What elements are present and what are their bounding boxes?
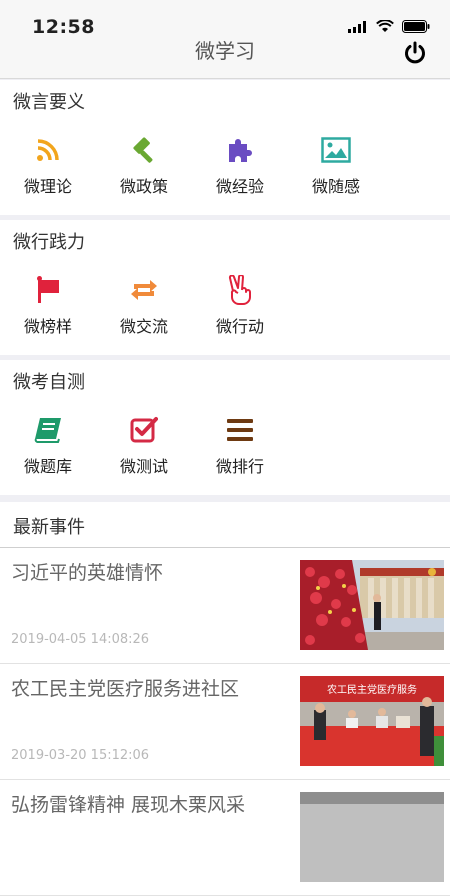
menu-item-test[interactable]: 微测试	[96, 415, 192, 477]
icon-grid: 微榜样 微交流 微行动	[0, 275, 288, 337]
section-weixing: 微行践力 微榜样 微交流 微行动	[0, 220, 450, 355]
menu-item-label: 微排行	[215, 457, 264, 476]
book-icon	[33, 415, 63, 445]
news-title: 习近平的英雄情怀	[11, 562, 164, 584]
status-time: 12:58	[32, 16, 95, 38]
news-thumbnail	[300, 560, 444, 650]
news-item[interactable]: 弘扬雷锋精神 展现木栗风采	[0, 780, 450, 896]
power-button[interactable]	[402, 40, 428, 66]
menu-item-label: 微理论	[23, 177, 72, 196]
news-title: 农工民主党医疗服务进社区	[11, 678, 240, 700]
battery-icon	[402, 18, 430, 37]
menu-item-exchange[interactable]: 微交流	[96, 275, 192, 337]
news-thumbnail: 农工民主党医疗服务	[300, 676, 444, 766]
menu-item-label: 微题库	[23, 457, 72, 476]
hand-peace-icon	[225, 275, 255, 305]
menu-item-question-bank[interactable]: 微题库	[0, 415, 96, 477]
news-time: 2019-03-20 15:12:06	[11, 748, 150, 763]
menu-item-label: 微随感	[311, 177, 360, 196]
page-title: 微学习	[195, 39, 255, 63]
signal-icon	[348, 18, 368, 37]
menu-item-label: 微政策	[119, 177, 168, 196]
exchange-icon	[129, 275, 159, 305]
checkbox-icon	[129, 415, 159, 445]
section-weikao: 微考自测 微题库 微测试 微排行	[0, 360, 450, 495]
image-icon	[321, 135, 351, 165]
news-time: 2019-04-05 14:08:26	[11, 632, 150, 647]
news-item[interactable]: 农工民主党医疗服务进社区 2019-03-20 15:12:06 农工民主党医疗…	[0, 664, 450, 780]
status-icons	[348, 18, 430, 37]
section-weiyan: 微言要义 微理论 微政策 微经验 微随感	[0, 80, 450, 215]
news-header-title: 最新事件	[13, 517, 85, 538]
menu-item-policy[interactable]: 微政策	[96, 135, 192, 197]
section-title: 微言要义	[13, 92, 85, 113]
wifi-icon	[376, 18, 394, 37]
menu-item-role-models[interactable]: 微榜样	[0, 275, 96, 337]
puzzle-icon	[225, 135, 255, 165]
rss-icon	[33, 135, 63, 165]
section-title: 微考自测	[13, 372, 85, 393]
section-title: 微行践力	[13, 232, 85, 253]
menu-item-thoughts[interactable]: 微随感	[288, 135, 384, 197]
menu-item-action[interactable]: 微行动	[192, 275, 288, 337]
news-thumbnail	[300, 792, 444, 882]
menu-item-label: 微行动	[215, 317, 264, 336]
news-item[interactable]: 习近平的英雄情怀 2019-04-05 14:08:26	[0, 548, 450, 664]
power-icon	[405, 41, 425, 64]
icon-grid: 微题库 微测试 微排行	[0, 415, 288, 477]
menu-item-label: 微测试	[119, 457, 168, 476]
menu-item-ranking[interactable]: 微排行	[192, 415, 288, 477]
icon-grid: 微理论 微政策 微经验 微随感	[0, 135, 384, 197]
news-header: 最新事件	[0, 502, 450, 548]
flag-icon	[33, 275, 63, 305]
status-bar: 12:58	[0, 0, 450, 40]
menu-item-label: 微榜样	[23, 317, 72, 336]
list-icon	[225, 415, 255, 445]
nav-bar: 微学习	[0, 40, 450, 79]
menu-item-experience[interactable]: 微经验	[192, 135, 288, 197]
menu-item-label: 微交流	[119, 317, 168, 336]
menu-item-label: 微经验	[215, 177, 264, 196]
banner-text: 农工民主党医疗服务	[327, 683, 417, 696]
gavel-icon	[129, 135, 159, 165]
news-title: 弘扬雷锋精神 展现木栗风采	[11, 794, 246, 816]
menu-item-theory[interactable]: 微理论	[0, 135, 96, 197]
